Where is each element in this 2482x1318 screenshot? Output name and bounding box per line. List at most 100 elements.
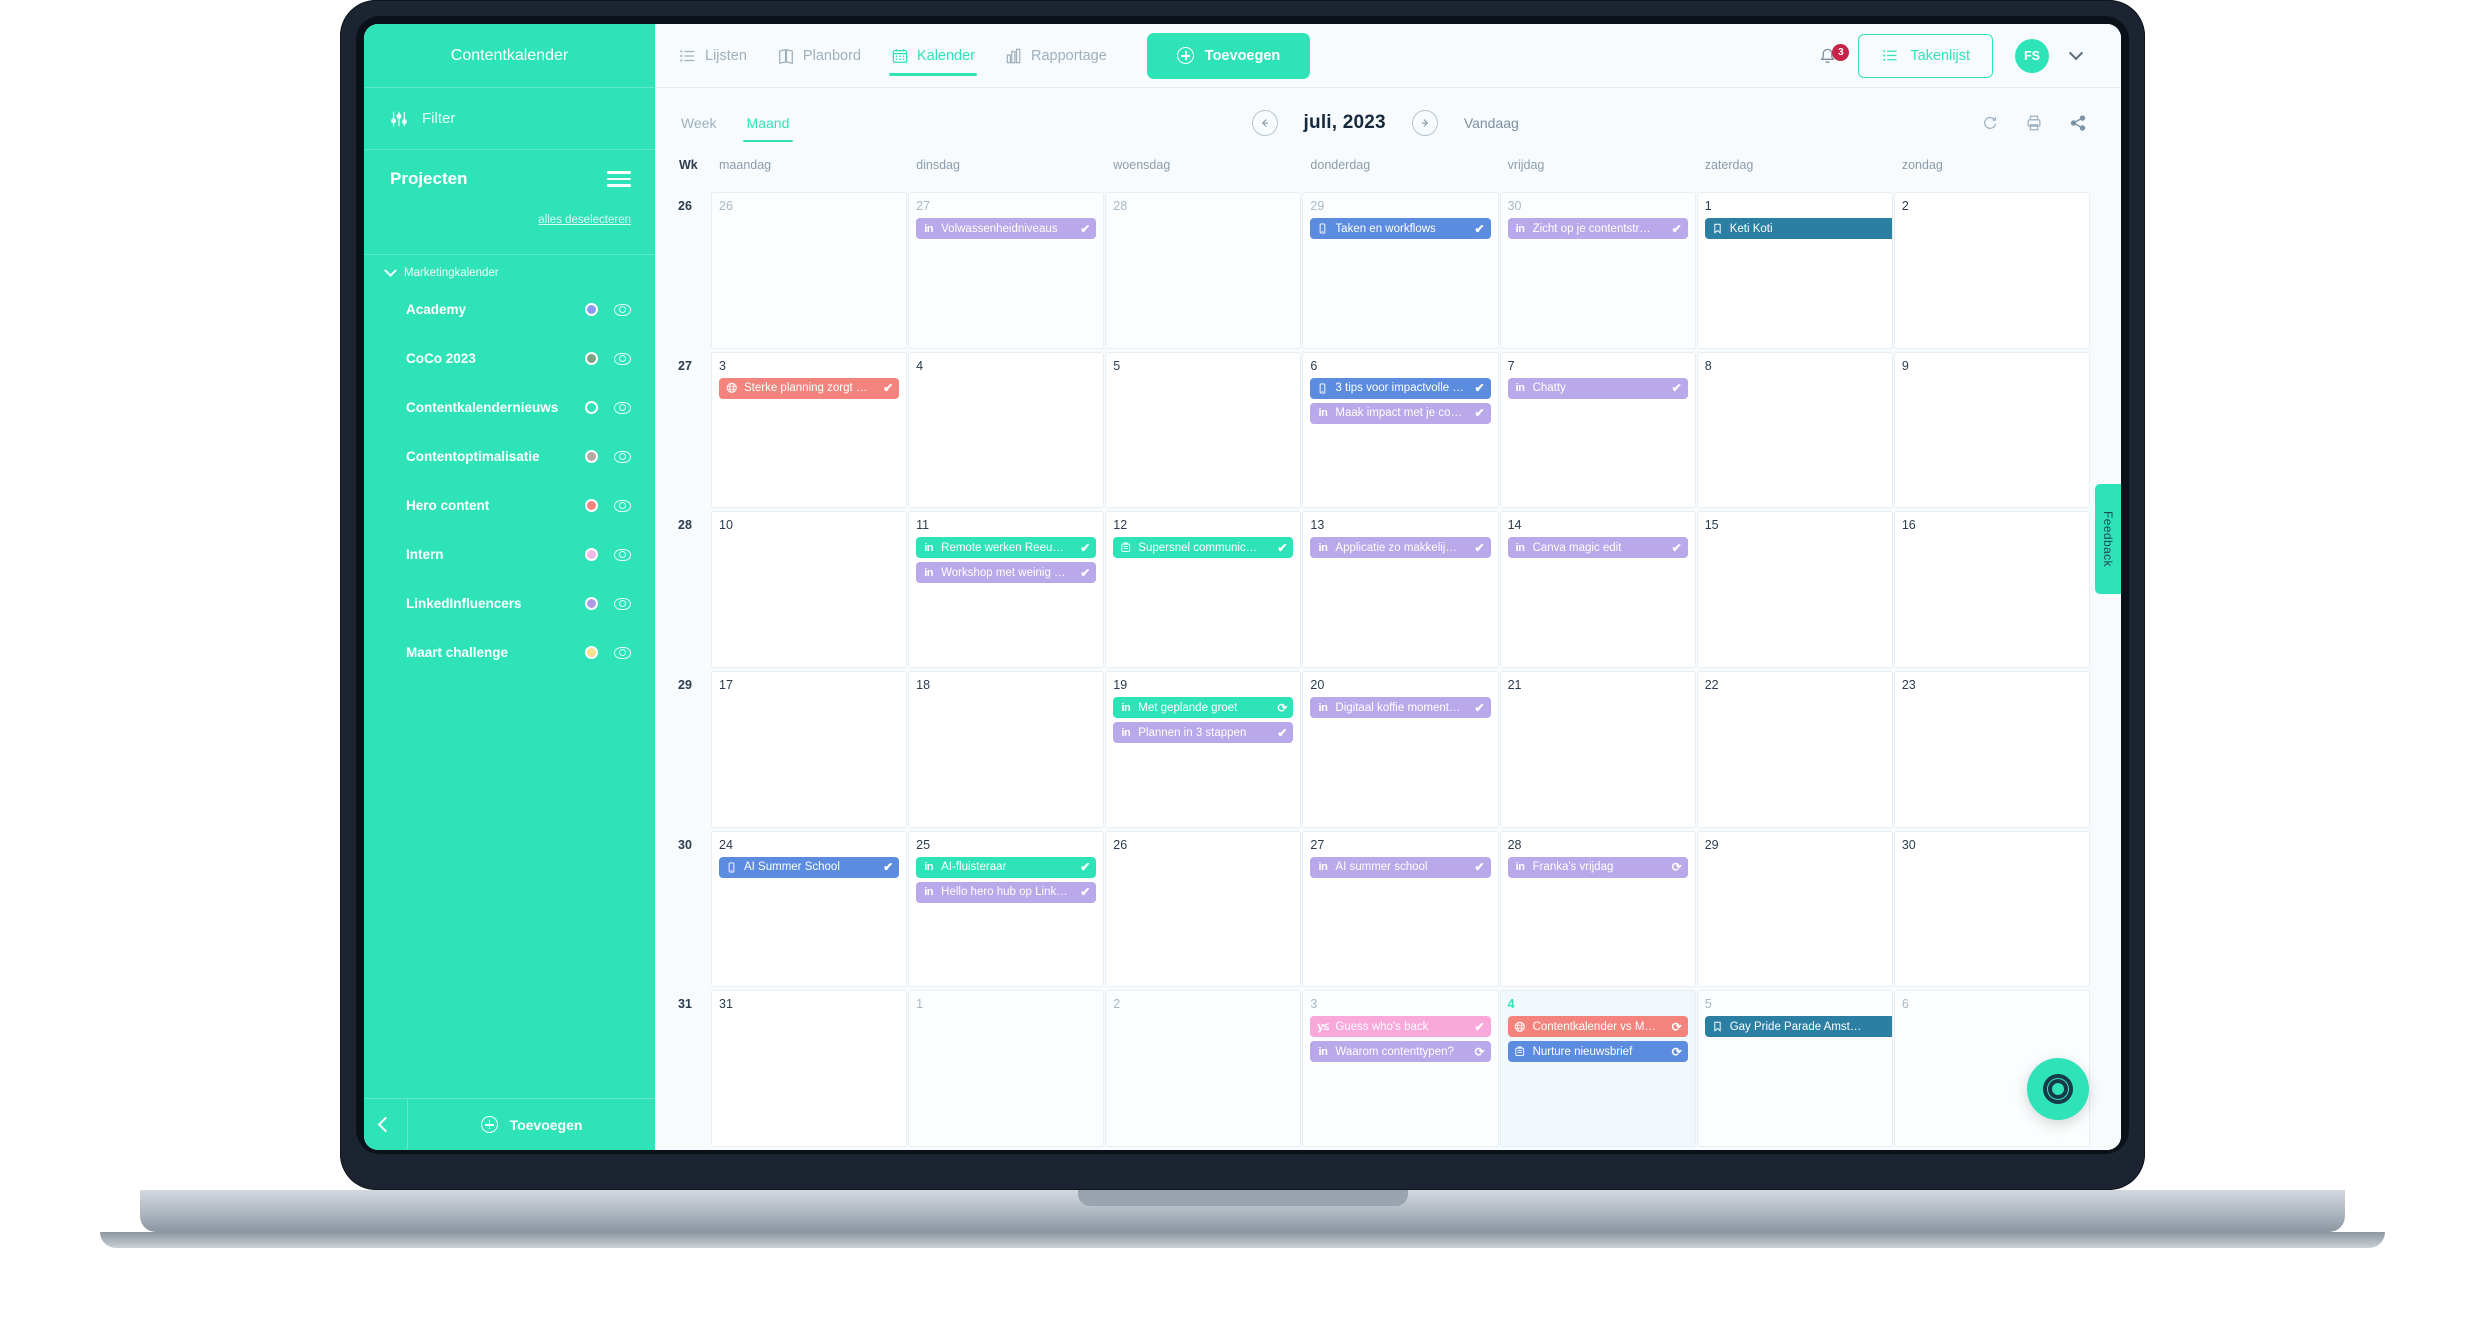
calendar-day-cell[interactable]: 3 y≤ Guess who's back ✔ in Waarom contentt… [1302,990,1499,1148]
calendar-event[interactable]: y≤ Guess who's back ✔ [1310,1016,1491,1038]
calendar-event[interactable]: in Hello hero hub op Link… ✔ [916,881,1097,903]
calendar-day-cell[interactable]: 14 in Canva magic edit ✔ [1499,511,1696,669]
next-month-button[interactable] [1411,110,1438,136]
calendar-event[interactable]: in Workshop met weinig … ✔ [916,562,1097,584]
eye-icon[interactable] [614,303,631,316]
calendar-event[interactable]: Gay Pride Parade Amst… [1704,1016,1892,1038]
view-tab-week[interactable]: Week [681,88,717,158]
share-icon[interactable] [2069,114,2087,132]
project-color-dot[interactable] [585,597,598,610]
calendar-event[interactable]: in Waarom contenttypen? ⟳ [1310,1041,1491,1063]
task-list-button[interactable]: Takenlijst [1858,33,1993,78]
calendar-day-cell[interactable]: 3 Sterke planning zorgt … ✔ [711,351,908,509]
calendar-event[interactable]: in AI summer school ✔ [1310,856,1491,878]
calendar-event[interactable]: in Maak impact met je co… ✔ [1310,402,1491,424]
calendar-event[interactable]: in AI-fluisteraar ✔ [916,856,1097,878]
tab-rapportage[interactable]: Rapportage [1003,24,1109,88]
chevron-down-icon[interactable] [2068,45,2084,60]
eye-icon[interactable] [614,646,631,659]
sidebar-item-linkedinfluencers[interactable]: LinkedInfluencers [364,579,655,628]
project-color-dot[interactable] [585,401,598,414]
calendar-event[interactable]: in Plannen in 3 stappen ✔ [1113,722,1294,744]
previous-month-button[interactable] [1251,110,1278,136]
calendar-day-cell[interactable]: 23 [1893,671,2090,828]
sidebar-item-contentkalendernieuws[interactable]: Contentkalendernieuws [364,383,655,432]
today-button[interactable]: Vandaag [1464,115,1519,131]
project-color-dot[interactable] [585,352,598,365]
calendar-day-cell[interactable]: 21 [1499,671,1696,828]
calendar-day-cell[interactable]: 28 in Franka's vrijdag ⟳ [1499,830,1696,988]
calendar-day-cell[interactable]: 7 in Chatty ✔ [1499,351,1696,509]
calendar-day-cell[interactable]: 29 Taken en workflows ✔ [1302,192,1499,349]
calendar-day-cell[interactable]: 4 [908,351,1105,509]
project-color-dot[interactable] [585,548,598,561]
refresh-icon[interactable] [1981,114,1999,132]
sidebar-collapse-button[interactable] [364,1099,408,1150]
calendar-day-cell[interactable]: 13 in Applicatie zo makkelij… ✔ [1302,511,1499,669]
avatar[interactable]: FS [2015,38,2049,73]
eye-icon[interactable] [614,499,631,512]
eye-icon[interactable] [614,401,631,414]
calendar-event[interactable]: in Digitaal koffie moment… ✔ [1310,697,1491,719]
calendar-day-cell[interactable]: 6 3 tips voor impactvolle … ✔ in Maak imp… [1302,351,1499,509]
sidebar-item-coco-2023[interactable]: CoCo 2023 [364,334,655,383]
calendar-day-cell[interactable]: 30 in Zicht op je contentstr… ✔ [1499,192,1696,349]
calendar-day-cell[interactable]: 20 in Digitaal koffie moment… ✔ [1302,671,1499,828]
project-color-dot[interactable] [585,303,598,316]
menu-icon[interactable] [607,171,631,187]
calendar-day-cell[interactable]: 10 [711,511,908,669]
calendar-day-cell[interactable]: 26 [711,192,908,349]
calendar-day-cell[interactable]: 22 [1696,671,1893,828]
calendar-day-cell[interactable]: 15 [1696,511,1893,669]
calendar-day-cell[interactable]: 2 [1893,192,2090,349]
deselect-all-link[interactable]: alles deselecteren [364,208,655,226]
calendar-event[interactable]: Keti Koti [1704,218,1892,239]
calendar-event[interactable]: in Applicatie zo makkelij… ✔ [1310,537,1491,559]
calendar-day-cell[interactable]: 12 Supersnel communic… ✔ [1105,511,1302,669]
calendar-day-cell[interactable]: 5 Gay Pride Parade Amst… [1696,990,1893,1148]
calendar-event[interactable]: in Volwassenheidniveaus ✔ [916,218,1097,239]
calendar-event[interactable]: Nurture nieuwsbrief ⟳ [1507,1041,1688,1063]
calendar-day-cell[interactable]: 5 [1105,351,1302,509]
eye-icon[interactable] [614,597,631,610]
sidebar-item-maart-challenge[interactable]: Maart challenge [364,628,655,677]
calendar-event[interactable]: in Met geplande groet ⟳ [1113,697,1294,719]
calendar-event[interactable]: in Chatty ✔ [1507,377,1688,399]
project-color-dot[interactable] [585,499,598,512]
calendar-event[interactable]: 3 tips voor impactvolle … ✔ [1310,377,1491,399]
sidebar-item-hero-content[interactable]: Hero content [364,481,655,530]
calendar-event[interactable]: in Remote werken Reeu… ✔ [916,537,1097,559]
calendar-day-cell[interactable]: 31 [711,990,908,1148]
print-icon[interactable] [2025,114,2043,132]
calendar-event[interactable]: Sterke planning zorgt … ✔ [719,377,900,399]
tab-lijsten[interactable]: Lijsten [677,24,749,88]
feedback-tab[interactable]: Feedback [2095,484,2121,594]
sidebar-add-button[interactable]: Toevoegen [408,1099,655,1150]
calendar-day-cell[interactable]: 8 [1696,351,1893,509]
sidebar-item-intern[interactable]: Intern [364,530,655,579]
calendar-event[interactable]: in Franka's vrijdag ⟳ [1507,856,1688,878]
eye-icon[interactable] [614,548,631,561]
notifications-button[interactable]: 3 [1818,43,1850,65]
sidebar-filter-button[interactable]: Filter [364,88,655,150]
calendar-day-cell[interactable]: 2 [1105,990,1302,1148]
calendar-day-cell[interactable]: 27 in Volwassenheidniveaus ✔ [908,192,1105,349]
help-button[interactable] [2027,1058,2089,1120]
calendar-day-cell[interactable]: 27 in AI summer school ✔ [1302,830,1499,988]
calendar-day-cell[interactable]: 26 [1105,830,1302,988]
calendar-day-cell[interactable]: 11 in Remote werken Reeu… ✔ in Workshop me… [908,511,1105,669]
calendar-day-cell[interactable]: 9 [1893,351,2090,509]
calendar-event[interactable]: Supersnel communic… ✔ [1113,537,1294,559]
calendar-day-cell[interactable]: 17 [711,671,908,828]
sidebar-group-marketingkalender[interactable]: Marketingkalender [364,255,655,285]
calendar-day-cell[interactable]: 1 [908,990,1105,1148]
view-tab-maand[interactable]: Maand [742,88,794,158]
calendar-day-cell[interactable]: 1 Keti Koti [1696,192,1893,349]
calendar-day-cell[interactable]: 4 Contentkalender vs M… ⟳ Nurture nieuws… [1499,990,1696,1148]
calendar-event[interactable]: Taken en workflows ✔ [1310,218,1491,239]
project-color-dot[interactable] [585,450,598,463]
tab-kalender[interactable]: Kalender [888,24,978,88]
project-color-dot[interactable] [585,646,598,659]
eye-icon[interactable] [614,352,631,365]
add-button[interactable]: Toevoegen [1146,32,1311,79]
